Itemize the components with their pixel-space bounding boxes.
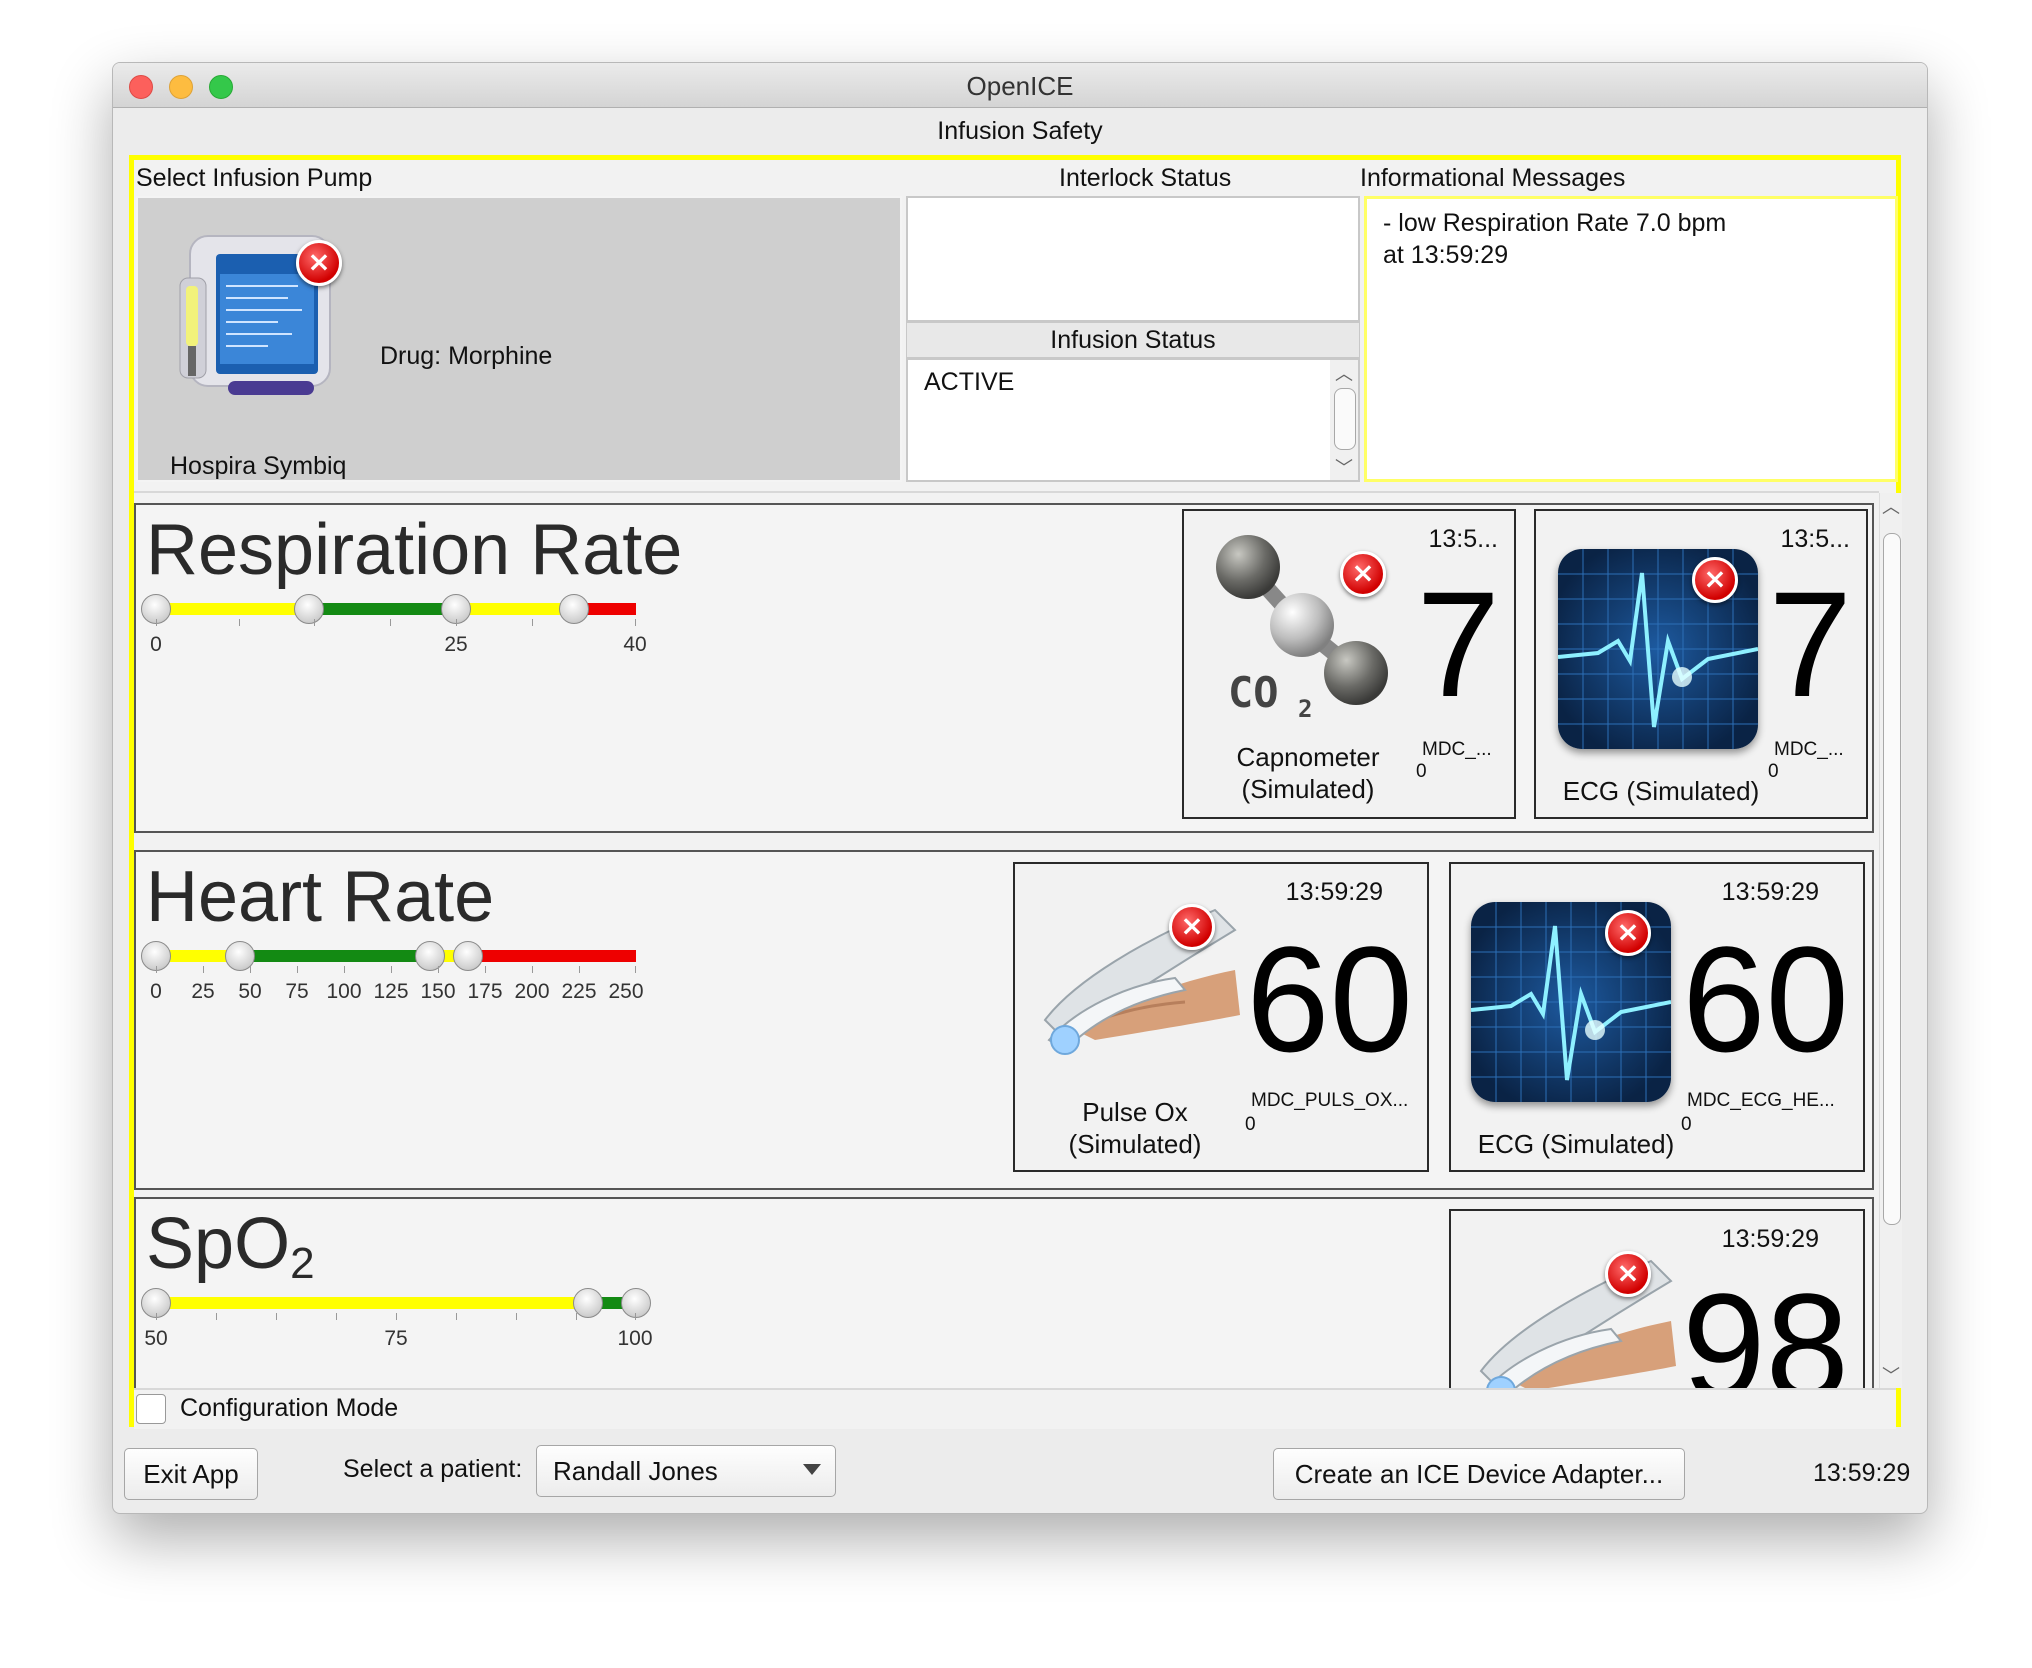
device-metric-id: MDC_PULS_OX... — [1251, 1090, 1409, 1111]
svg-text:2: 2 — [1298, 695, 1312, 723]
tick-label: 100 — [617, 1327, 653, 1350]
tick-label: 40 — [623, 633, 647, 656]
drug-label: Drug: Morphine — [380, 342, 553, 370]
app-title: Infusion Safety — [937, 117, 1103, 145]
messages-field: - low Respiration Rate 7.0 bpm at 13:59:… — [1364, 196, 1898, 482]
ecg-resp-tile[interactable]: × 13:5... 7 MDC_... 0 ECG (Simulated) — [1534, 509, 1868, 819]
infusion-status-header: Infusion Status — [1050, 326, 1216, 354]
message-line-1: - low Respiration Rate 7.0 bpm — [1383, 209, 1727, 237]
patient-select-value: Randall Jones — [553, 1456, 718, 1486]
patient-select-label: Select a patient: — [343, 1455, 523, 1483]
exit-app-button[interactable]: Exit App — [124, 1448, 258, 1500]
device-name: ECG (Simulated) — [1546, 775, 1776, 807]
device-name: Pulse Ox (Simulated) — [1025, 1096, 1245, 1160]
spo2-title-subscript: 2 — [290, 1239, 315, 1288]
device-alarm-icon: × — [1692, 557, 1738, 603]
device-value: 98 — [1682, 1262, 1849, 1390]
scroll-down-icon[interactable]: ﹀ — [1880, 1362, 1902, 1388]
patient-select[interactable]: Randall Jones — [536, 1445, 836, 1497]
device-metric-id: MDC_ECG_HE... — [1687, 1090, 1835, 1111]
spo2-range-slider[interactable] — [156, 1297, 636, 1309]
tick-label: 0 — [150, 633, 162, 656]
device-alarm-icon: × — [1169, 904, 1215, 950]
device-timestamp: 13:59:29 — [1285, 878, 1383, 906]
metrics-scrollbar[interactable]: ︿ ﹀ — [1879, 493, 1902, 1388]
pump-selector[interactable]: × Drug: Morphine Hospira Symbiq — [136, 196, 902, 482]
infusion-status-value: ACTIVE — [924, 368, 1015, 396]
range-thumb[interactable] — [621, 1288, 651, 1318]
tick-label: 25 — [444, 633, 468, 656]
svg-text:CO: CO — [1228, 668, 1279, 717]
device-name: Capnometer (Simulated) — [1198, 741, 1418, 805]
device-name-line: Capnometer — [1236, 742, 1380, 772]
ecg-heart-tile[interactable]: × 13:59:29 60 MDC_ECG_HE... 0 ECG (Simul… — [1449, 862, 1865, 1172]
message-line-2: at 13:59:29 — [1383, 241, 1509, 269]
range-thumb[interactable] — [294, 594, 324, 624]
infusion-status-scrollbar[interactable]: ︿ ﹀ — [1330, 360, 1358, 480]
range-thumb[interactable] — [573, 1288, 603, 1318]
scroll-thumb[interactable] — [1334, 388, 1356, 450]
device-name-line: (Simulated) — [1068, 1129, 1202, 1159]
pump-section-header: Select Infusion Pump — [136, 164, 373, 192]
config-mode-checkbox[interactable] — [136, 1394, 166, 1424]
infusion-status-field[interactable]: ACTIVE ︿ ﹀ — [906, 358, 1360, 482]
device-value: 7 — [1416, 560, 1500, 728]
config-mode-row: Configuration Mode — [134, 1388, 1896, 1429]
interlock-status-header: Interlock Status — [1059, 164, 1232, 192]
create-device-adapter-button[interactable]: Create an ICE Device Adapter... — [1273, 1448, 1685, 1500]
tick-label: 250 — [608, 980, 644, 1003]
device-timestamp: 13:59:29 — [1721, 1225, 1819, 1253]
scroll-up-icon[interactable]: ︿ — [1880, 493, 1902, 519]
device-name-line: ECG (Simulated) — [1562, 776, 1760, 806]
spo2-panel: SpO2 50 75 100 × 13:59:29 98 — [134, 1197, 1874, 1390]
device-name-line: ECG (Simulated) — [1477, 1129, 1675, 1159]
respiration-rate-panel: Respiration Rate 0 25 40 CO 2 × 13:5... … — [134, 503, 1874, 833]
tick-label: 50 — [144, 1327, 168, 1350]
infusion-status-header-bar: Infusion Status — [906, 322, 1360, 358]
device-timestamp: 13:5... — [1428, 525, 1499, 553]
tick-label: 75 — [384, 1327, 408, 1350]
config-mode-label: Configuration Mode — [180, 1394, 399, 1422]
clock: 13:59:29 — [1813, 1459, 1911, 1487]
spo2-title: SpO2 — [146, 1203, 315, 1289]
range-thumb[interactable] — [559, 594, 589, 624]
infusion-safety-frame: Select Infusion Pump Interlock Status In… — [129, 155, 1902, 1429]
device-value: 7 — [1768, 560, 1852, 728]
title-bar: OpenICE — [113, 63, 1927, 108]
device-name: ECG (Simulated) — [1461, 1128, 1691, 1160]
spo2-title-text: SpO — [146, 1204, 291, 1284]
heart-rate-panel: Heart Rate 0 25 50 75 100 125 150 175 20… — [134, 850, 1874, 1190]
app-window: OpenICE Infusion Safety Select Infusion … — [112, 62, 1928, 1514]
messages-header: Informational Messages — [1360, 164, 1626, 192]
pump-alarm-icon: × — [296, 240, 342, 286]
heart-rate-title: Heart Rate — [146, 857, 495, 937]
range-thumb[interactable] — [453, 941, 483, 971]
device-metric-id: MDC_... — [1774, 739, 1844, 760]
device-name-line: (Simulated) — [1241, 774, 1375, 804]
device-alarm-icon: × — [1605, 910, 1651, 956]
device-value: 60 — [1246, 915, 1413, 1083]
respiration-rate-title: Respiration Rate — [146, 510, 683, 590]
scroll-up-icon[interactable]: ︿ — [1330, 360, 1358, 386]
chevron-down-icon — [803, 1464, 821, 1475]
spo2-pulse-ox-tile[interactable]: × 13:59:29 98 — [1449, 1209, 1865, 1390]
metrics-scroll-area[interactable]: Respiration Rate 0 25 40 CO 2 × 13:5... … — [134, 491, 1879, 1390]
pump-name: Hospira Symbiq — [170, 452, 347, 480]
device-timestamp: 13:5... — [1780, 525, 1851, 553]
device-alarm-icon: × — [1340, 551, 1386, 597]
device-alarm-icon: × — [1605, 1251, 1651, 1297]
device-index: 0 — [1245, 1114, 1256, 1135]
range-thumb[interactable] — [415, 941, 445, 971]
scroll-down-icon[interactable]: ﹀ — [1330, 454, 1358, 480]
scroll-thumb[interactable] — [1883, 533, 1901, 1225]
device-metric-id: MDC_... — [1422, 739, 1492, 760]
device-value: 60 — [1682, 915, 1849, 1083]
device-name-line: Pulse Ox — [1082, 1097, 1188, 1127]
pulse-oximeter-icon — [1479, 1259, 1676, 1390]
device-timestamp: 13:59:29 — [1721, 878, 1819, 906]
pulse-ox-tile[interactable]: × 13:59:29 60 MDC_PULS_OX... 0 Pulse Ox … — [1013, 862, 1429, 1172]
window-title: OpenICE — [966, 71, 1074, 101]
interlock-status-field — [906, 196, 1360, 322]
capnometer-tile[interactable]: CO 2 × 13:5... 7 MDC_... 0 Capnometer (S… — [1182, 509, 1516, 819]
